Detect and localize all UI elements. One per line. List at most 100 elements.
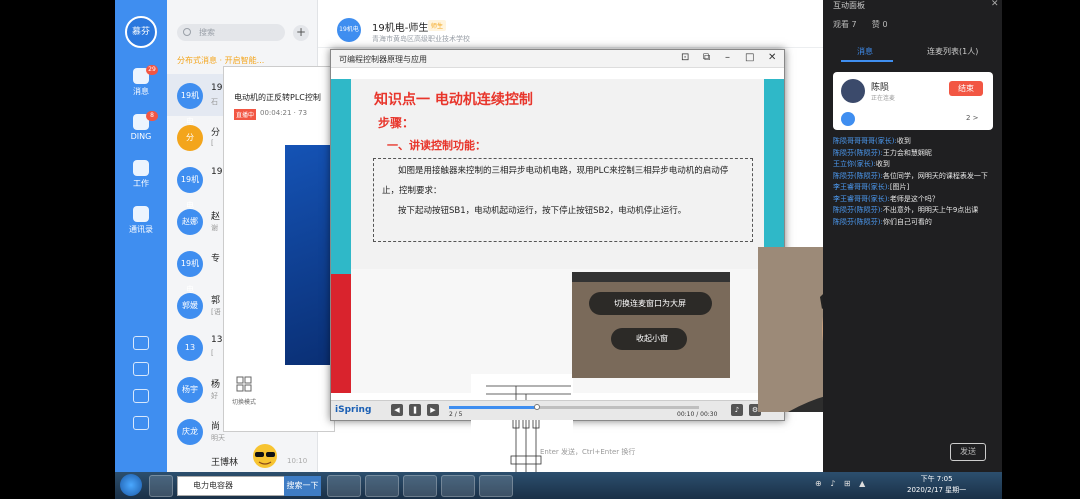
minimize-button[interactable]: –: [725, 52, 730, 63]
tab-messages[interactable]: 消息: [857, 46, 873, 57]
panel-tabs: 消息 连麦列表(1人): [823, 42, 1002, 62]
comment: 陈陨芬(陈陨芬):你们自己可看的: [833, 217, 932, 226]
connected-user-name: 陈陨: [871, 83, 890, 93]
panel-stats: 观看 7 赞 0: [833, 19, 888, 30]
ding-badge: 8: [146, 111, 158, 121]
taskbar-search-button[interactable]: 搜索一下: [284, 476, 321, 496]
group-avatar[interactable]: 19机电: [337, 18, 361, 42]
slide-number: 2 / 5: [449, 411, 463, 418]
collapse-small-window-button[interactable]: 收起小窗: [611, 328, 687, 350]
popout-icon[interactable]: ⧉: [703, 52, 710, 63]
conversation-tag: 师生: [428, 20, 447, 31]
switch-mode-label[interactable]: 切换模式: [232, 397, 256, 406]
wechat-taskbar-icon[interactable]: [327, 475, 361, 497]
add-button[interactable]: +: [293, 25, 309, 41]
taskbar-app-icon[interactable]: [149, 475, 173, 497]
screen: 慕芬 29 消息 8 DING 工作 通讯录 搜索 + 分布式消息 · 开启智能…: [0, 0, 1080, 499]
chat-name: 赵: [211, 212, 221, 222]
avatar: 庆龙: [177, 419, 203, 445]
taskbar-clock[interactable]: 下午 7:05 2020/2/17 星期一: [907, 474, 966, 496]
contacts-icon: [133, 206, 149, 222]
volume-icon[interactable]: ♪: [731, 404, 743, 416]
folder-taskbar-icon[interactable]: [403, 475, 437, 497]
avatar: 郭媛: [177, 293, 203, 319]
browser-taskbar-icon[interactable]: [365, 475, 399, 497]
system-tray[interactable]: ⊕ ♪ ⊞ ▲: [815, 479, 868, 488]
webcam-titlebar: [572, 272, 730, 282]
switch-to-big-screen-button[interactable]: 切换连麦窗口为大屏: [589, 292, 712, 315]
refresh-taskbar-icon[interactable]: [441, 475, 475, 497]
pin-icon[interactable]: ⊡: [681, 52, 689, 63]
playback-progress-fill: [449, 406, 537, 409]
small-webcam-window[interactable]: 切换连麦窗口为大屏 收起小窗: [572, 272, 730, 378]
end-connect-button[interactable]: 结束: [949, 81, 983, 96]
maximize-button[interactable]: □: [745, 52, 754, 63]
windows-taskbar: 电力电容器 搜索一下 ⊕ ♪ ⊞ ▲ 下午 7:05 2020/2/17 星期一: [115, 472, 1002, 499]
nav-messages-label: 消息: [133, 87, 149, 96]
chat-name: 王博林: [211, 458, 239, 468]
video-time: 00:04:21 · 73: [260, 109, 308, 117]
comment: 陈陨哥哥哥哥(家长):收到: [833, 137, 911, 145]
search-input[interactable]: 搜索: [177, 24, 285, 41]
dingtalk-sidebar: 慕芬 29 消息 8 DING 工作 通讯录: [115, 0, 167, 472]
nav-messages[interactable]: 29 消息: [115, 65, 167, 97]
input-hint: Enter 发送，Ctrl+Enter 换行: [540, 448, 636, 456]
ppt-window-title: 可编程控制器原理与应用: [339, 55, 427, 64]
tab-connect-list[interactable]: 连麦列表(1人): [927, 46, 978, 57]
clock-time: 下午 7:05: [920, 475, 953, 483]
control-requirement-box: 如图是用接触器来控制的三相异步电动机电路，现用PLC来控制三相异步电动机的启动停…: [373, 158, 753, 242]
requirement-text: 如图是用接触器来控制的三相异步电动机电路，现用PLC来控制三相异步电动机的启动停…: [382, 166, 729, 196]
card-pager[interactable]: 2 >: [966, 114, 979, 122]
next-button[interactable]: ▶: [427, 404, 439, 416]
phone-icon[interactable]: [133, 362, 149, 376]
nav-work-label: 工作: [133, 179, 149, 188]
player-taskbar-icon[interactable]: [479, 475, 513, 497]
slide-subheading: 一、讲读控制功能：: [387, 139, 486, 152]
chat-name: 19: [211, 167, 223, 177]
play-icon[interactable]: [841, 112, 855, 126]
switch-mode-icon[interactable]: [236, 376, 252, 392]
likes-count: 赞 0: [871, 20, 888, 29]
avatar: 杨宇: [177, 377, 203, 403]
avatar: 19机电: [177, 167, 203, 210]
cloud-icon[interactable]: [133, 389, 149, 403]
time-readout: 00:10 / 00:30: [677, 411, 718, 418]
notice-banner[interactable]: 分布式消息 · 开启智能...: [177, 55, 317, 66]
conversation-header: 19机电 19机电-师生 师生 青海市黄岛区高级职业技术学校: [318, 0, 826, 48]
chat-preview: 谢: [211, 224, 218, 232]
send-button[interactable]: 发送: [950, 443, 986, 461]
play-icon[interactable]: [133, 336, 149, 350]
viewers-count: 观看 7: [833, 20, 857, 29]
panel-title: 互动面板: [833, 1, 865, 10]
comment: 陈陨芬(陈陨芬):不出意外，明明天上午9点出课: [833, 206, 979, 214]
slide-step: 步骤：: [378, 116, 415, 130]
nav-work[interactable]: 工作: [115, 160, 167, 189]
slide-left-accent: [331, 274, 351, 393]
comment: 李王睿哥哥(家长):[图片]: [833, 183, 910, 191]
chat-name: 尚: [211, 422, 221, 432]
chat-name: 19: [211, 83, 223, 93]
comment: 李王睿哥哥(家长):老师是这个吗？: [833, 194, 939, 203]
player-toolbar: iSpring ◀ ❚ ▶ 2 / 5 00:10 / 00:30 ♪ ⚙: [331, 400, 784, 420]
nav-ding[interactable]: 8 DING: [115, 111, 167, 141]
messages-badge: 29: [146, 65, 158, 75]
chat-preview: 好: [211, 392, 218, 400]
chat-preview: [: [211, 349, 214, 357]
previous-button[interactable]: ◀: [391, 404, 403, 416]
video-preview[interactable]: [285, 145, 336, 365]
nav-contacts[interactable]: 通讯录: [115, 206, 167, 235]
progress-handle[interactable]: [533, 404, 540, 410]
interaction-panel: 互动面板 ✕ 观看 7 赞 0 消息 连麦列表(1人) 陈陨 正在连麦 结束 2…: [823, 0, 1002, 472]
user-avatar[interactable]: 慕芬: [125, 16, 157, 48]
close-icon[interactable]: ✕: [991, 0, 999, 9]
close-button[interactable]: ✕: [768, 52, 776, 63]
plc-video-window[interactable]: 电动机的正反转PLC控制 直播中 00:04:21 · 73 切换模式: [223, 66, 336, 432]
apps-grid-icon: [133, 160, 149, 176]
start-button[interactable]: [120, 474, 142, 496]
avatar: [841, 79, 865, 103]
more-icon[interactable]: [133, 416, 149, 430]
chat-preview: 石: [211, 98, 218, 106]
pause-button[interactable]: ❚: [409, 404, 421, 416]
connected-user-card: 陈陨 正在连麦 结束 2 >: [833, 72, 993, 130]
playback-progress[interactable]: [449, 404, 699, 410]
